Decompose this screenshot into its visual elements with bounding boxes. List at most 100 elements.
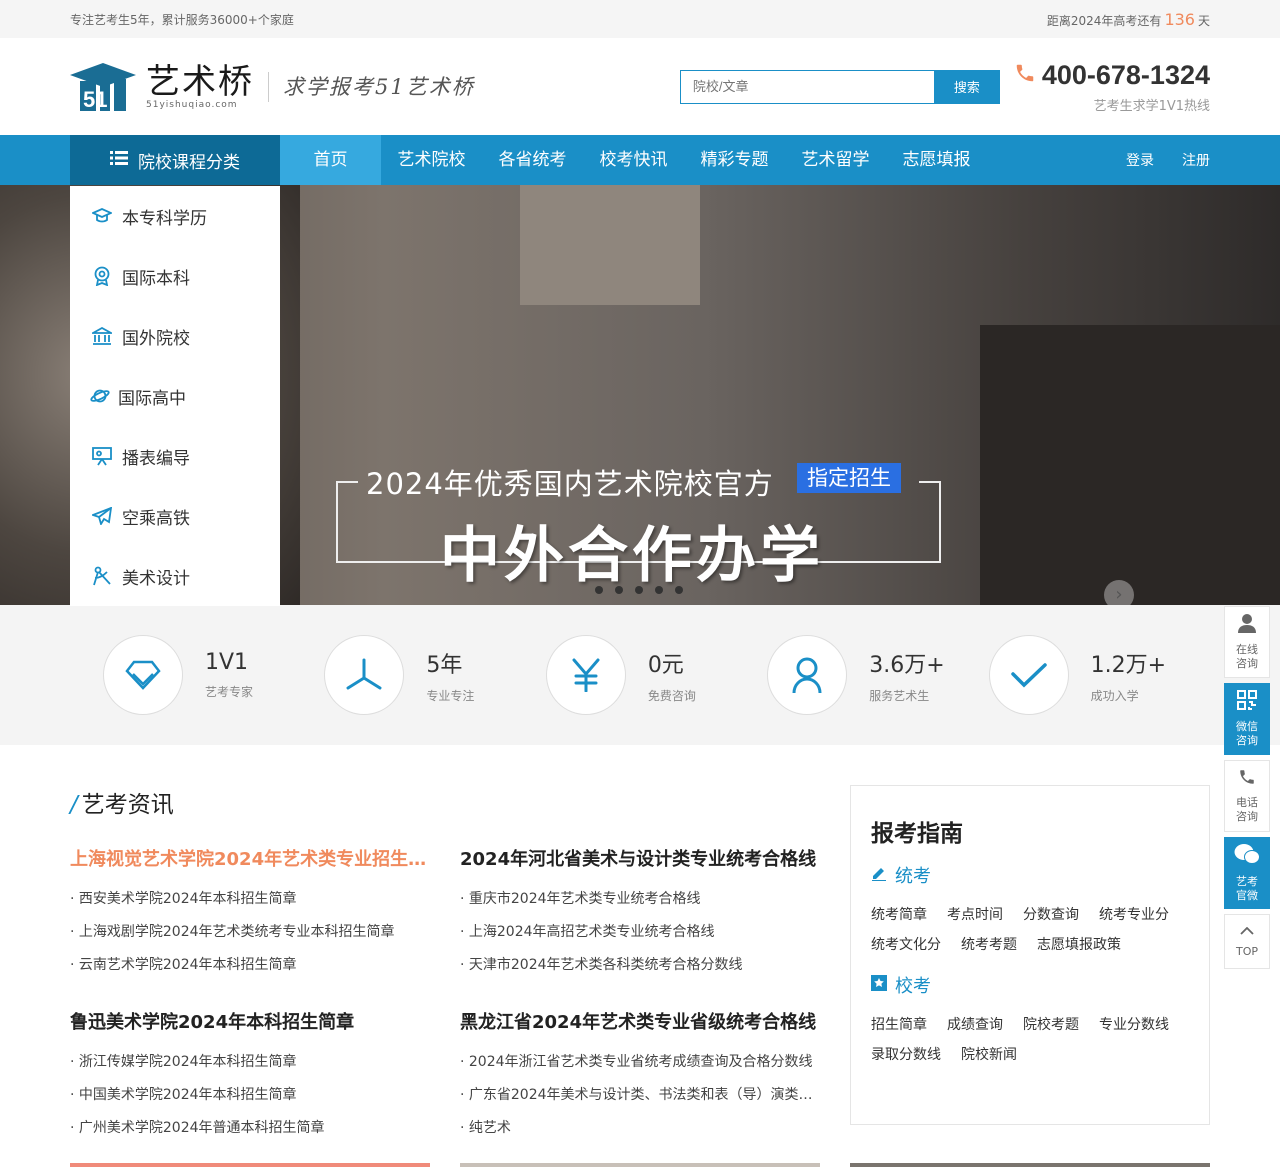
guide-title: 报考指南 [871,821,963,847]
nav-item-topics[interactable]: 精彩专题 [684,135,785,185]
banner-dot[interactable] [675,586,683,594]
search-input[interactable] [679,69,934,104]
guide-link[interactable]: 统考考题 [961,930,1017,960]
sidebar-item-intl-high-school[interactable]: 国际高中 [70,366,280,426]
back-to-top-button[interactable]: TOP [1224,914,1270,969]
guide-link[interactable]: 统考简章 [871,900,927,930]
news-block: 上海视觉艺术学院2024年艺术类专业招生简章 · 西安美术学院2024年本科招生… [70,845,430,982]
person-icon [1238,613,1256,637]
banner-next-arrow[interactable]: › [1104,580,1134,605]
news-link[interactable]: · 上海2024年高招艺术类专业统考合格线 [460,916,820,949]
news-section: 艺考资讯 上海视觉艺术学院2024年艺术类专业招生简章 · 西安美术学院2024… [0,745,1280,1165]
guide-link[interactable]: 院校新闻 [961,1040,1017,1070]
news-link[interactable]: · 纯艺术 [460,1112,820,1145]
compass-icon [92,566,112,586]
news-link[interactable]: · 上海戏剧学院2024年艺术类统考专业本科招生简章 [70,916,430,949]
nav-item-art-schools[interactable]: 艺术院校 [381,135,482,185]
guide-link[interactable]: 专业分数线 [1099,1010,1169,1040]
nav-item-provincial-exams[interactable]: 各省统考 [482,135,583,185]
news-link[interactable]: · 西安美术学院2024年本科招生简章 [70,883,430,916]
guide-link[interactable]: 志愿填报政策 [1037,930,1121,960]
sidebar-item-broadcasting[interactable]: 播表编导 [70,426,280,486]
news-block: 鲁迅美术学院2024年本科招生简章 · 浙江传媒学院2024年本科招生简章 · … [70,1008,430,1145]
logo-name: 艺术桥 [146,61,254,102]
hotline-subtitle: 艺考生求学1V1热线 [1093,98,1210,114]
nav-item-home[interactable]: 首页 [280,135,381,185]
phone-icon [1014,60,1036,91]
guide-link[interactable]: 分数查询 [1023,900,1079,930]
sidebar-item-undergraduate[interactable]: 本专科学历 [70,186,280,246]
slogan: 求学报考51艺术桥 [268,71,475,102]
search-button[interactable]: 搜索 [933,69,1000,104]
online-consult-button[interactable]: 在线咨询 [1224,606,1270,678]
news-link[interactable]: · 重庆市2024年艺术类专业统考合格线 [460,883,820,916]
sidebar-item-fine-arts[interactable]: 美术设计 [70,546,280,606]
graduation-cap-icon [92,206,112,226]
category-menu-button[interactable]: 院校课程分类 [70,135,280,185]
news-headline[interactable]: 2024年河北省美术与设计类专业统考合格线 [460,845,820,871]
news-link[interactable]: · 浙江传媒学院2024年本科招生简章 [70,1046,430,1079]
nav-item-application[interactable]: 志愿填报 [886,135,987,185]
floating-toolbar: 在线咨询 微信咨询 电话咨询 艺考官微 TOP [1224,606,1270,974]
sidebar-item-overseas-schools[interactable]: 国外院校 [70,306,280,366]
hotline-number[interactable]: 400-678-1324 [1042,60,1210,91]
logo-domain: 51yishuqiao.com [146,99,238,110]
banner-dot[interactable] [655,586,663,594]
guide-link[interactable]: 录取分数线 [871,1040,941,1070]
stat-students-served: 3.6万+ 服务艺术生 [767,635,988,715]
sidebar-item-intl-undergrad[interactable]: 国际本科 [70,246,280,306]
institution-icon [92,326,112,346]
top-bar-tagline: 专注艺考生5年，累计服务36000+个家庭 [70,12,294,27]
section-title-news: 艺考资讯 [70,785,174,819]
paper-plane-icon [92,506,112,526]
banner-dot[interactable] [615,586,623,594]
search-box: 搜索 [679,69,1000,104]
banner-dot[interactable] [635,586,643,594]
sidebar-item-flight-attendant[interactable]: 空乘高铁 [70,486,280,546]
news-link[interactable]: · 2024年浙江省艺术类专业省统考成绩查询及合格分数线 [460,1046,820,1079]
guide-link[interactable]: 院校考题 [1023,1010,1079,1040]
news-link[interactable]: · 广州美术学院2024年普通本科招生简章 [70,1112,430,1145]
exam-guide-panel: 报考指南 统考 统考简章 考点时间 分数查询 统考专业分 统考文化分 统考考题 … [850,785,1210,1125]
banner-badge: 指定招生 [797,463,901,493]
login-link[interactable]: 登录 [1126,150,1154,170]
news-link[interactable]: · 天津市2024年艺术类各科类统考合格分数线 [460,949,820,982]
main-nav: 院校课程分类 首页 艺术院校 各省统考 校考快讯 精彩专题 艺术留学 志愿填报 … [0,135,1280,185]
official-wechat-button[interactable]: 艺考官微 [1224,837,1270,909]
user-icon [767,635,848,715]
focus-icon [324,635,405,715]
news-link[interactable]: · 云南艺术学院2024年本科招生简章 [70,949,430,982]
guide-link[interactable]: 招生简章 [871,1010,927,1040]
qr-code-icon [1237,690,1257,714]
news-headline[interactable]: 上海视觉艺术学院2024年艺术类专业招生简章 [70,845,430,871]
site-logo[interactable]: 51 艺术桥 51yishuqiao.com [70,61,254,113]
pencil-icon [871,865,887,886]
nav-item-study-abroad[interactable]: 艺术留学 [785,135,886,185]
news-link[interactable]: · 广东省2024年美术与设计类、书法类和表（导）演类（... [460,1079,820,1112]
stat-free-consult: 0元 免费咨询 [545,635,767,715]
thumbnail-strip [70,1163,430,1167]
wechat-icon [1234,843,1260,869]
guide-link[interactable]: 考点时间 [947,900,1003,930]
banner-background-top [520,185,700,305]
news-headline[interactable]: 鲁迅美术学院2024年本科招生简章 [70,1008,430,1034]
nav-item-school-exam-news[interactable]: 校考快讯 [583,135,684,185]
guide-link[interactable]: 统考专业分 [1099,900,1169,930]
guide-link[interactable]: 成绩查询 [947,1010,1003,1040]
register-link[interactable]: 注册 [1182,150,1210,170]
thumbnail-strip [460,1163,820,1167]
guide-link[interactable]: 统考文化分 [871,930,941,960]
countdown-days: 136 [1164,9,1195,29]
banner-dot[interactable] [595,586,603,594]
planet-icon [90,386,110,406]
banner-background-right [980,325,1280,605]
guide-heading-school-exam: 校考 [871,972,1189,998]
phone-consult-button[interactable]: 电话咨询 [1224,760,1270,832]
news-headline[interactable]: 黑龙江省2024年艺术类专业省级统考合格线 [460,1008,820,1034]
chevron-up-icon [1240,925,1254,939]
news-link[interactable]: · 中国美术学院2024年本科招生简章 [70,1079,430,1112]
news-block: 2024年河北省美术与设计类专业统考合格线 · 重庆市2024年艺术类专业统考合… [460,845,820,982]
wechat-consult-button[interactable]: 微信咨询 [1224,683,1270,755]
stats-bar: 1V1 艺考专家 5年 专业专注 0元 免费咨询 3.6万+ 服务艺术生 1.2万+ 成功… [0,605,1280,745]
top-bar: 专注艺考生5年，累计服务36000+个家庭 距离2024年高考还有 136 天 [0,0,1280,38]
